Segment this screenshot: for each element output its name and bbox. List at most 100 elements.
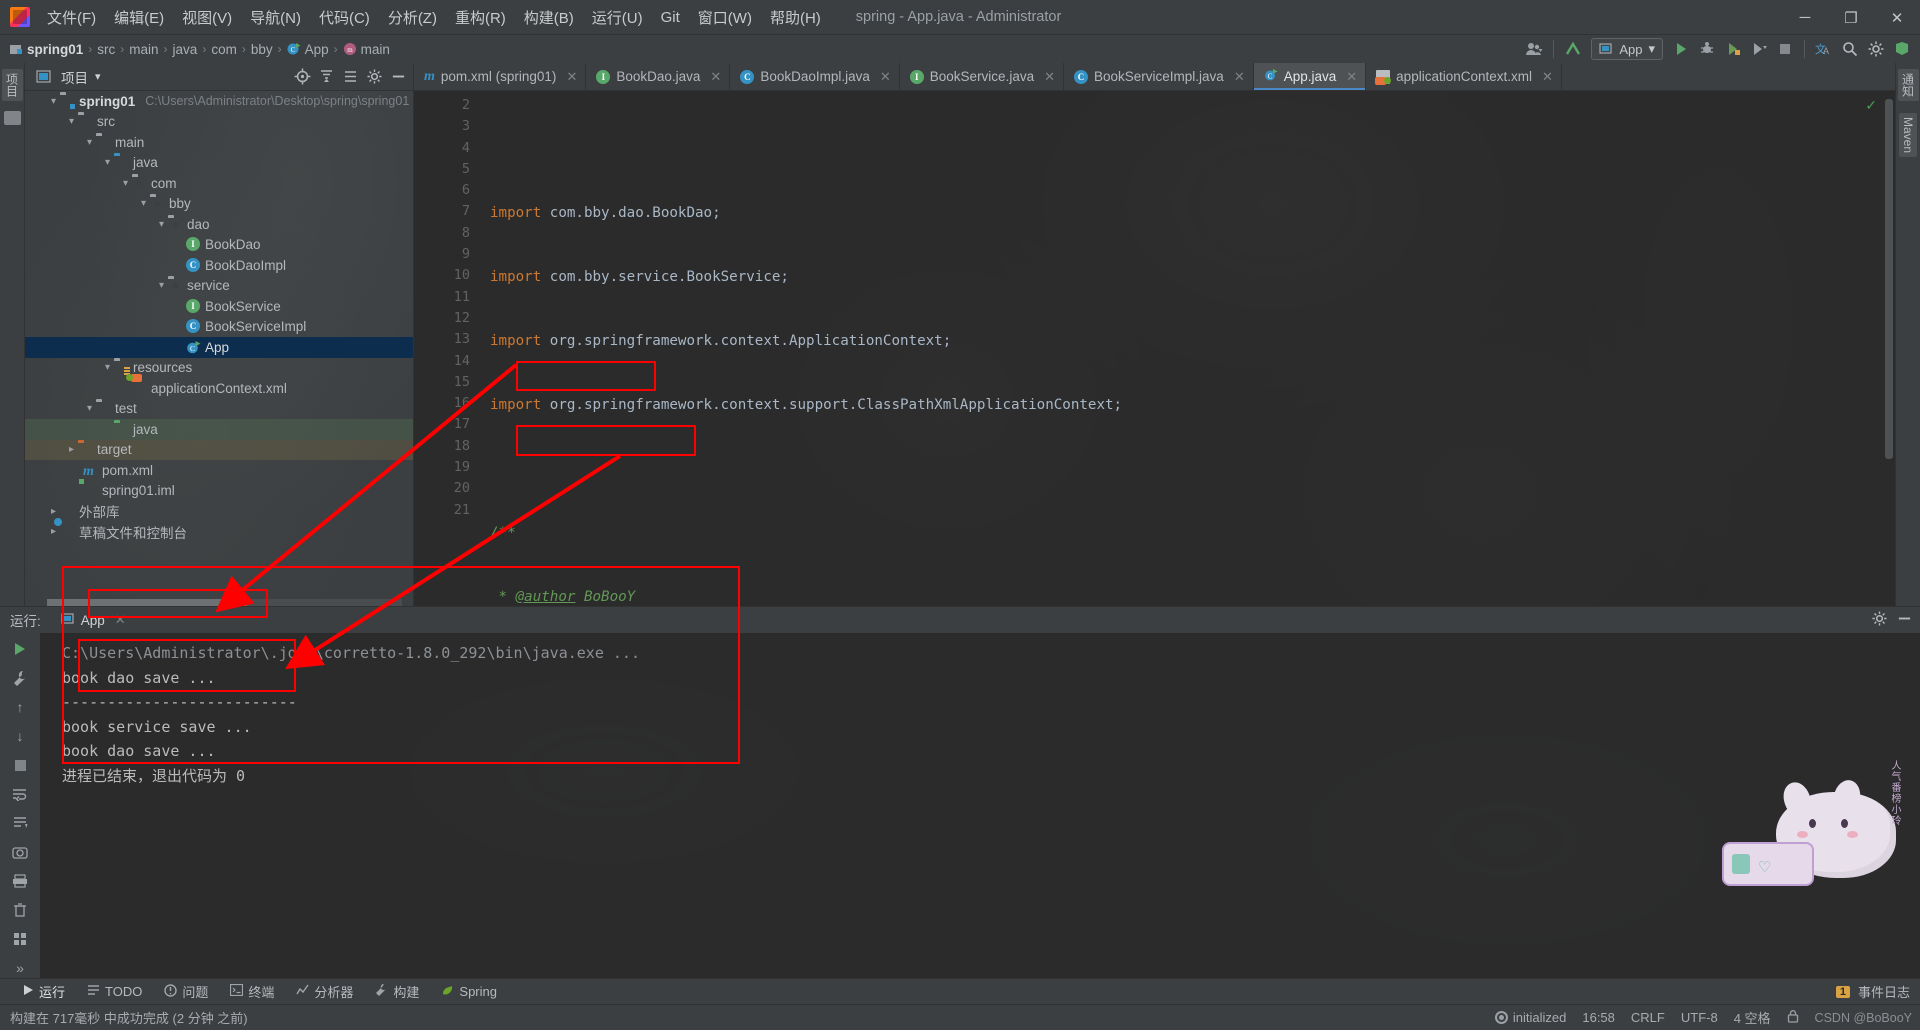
grid-icon[interactable] — [9, 929, 31, 949]
breadcrumb-bby[interactable]: bby — [251, 42, 273, 57]
status-encoding[interactable]: UTF-8 — [1681, 1010, 1718, 1025]
minimize-button[interactable]: ─ — [1782, 0, 1828, 35]
maximize-button[interactable]: ❐ — [1828, 0, 1874, 35]
rerun-icon[interactable] — [9, 639, 31, 659]
debug-button[interactable] — [1695, 37, 1719, 61]
toolwindow-terminal[interactable]: 终端 — [230, 982, 274, 1001]
tree-item-spring01[interactable]: ▾ spring01 C:\Users\Administrator\Deskto… — [25, 91, 413, 112]
close-icon[interactable]: ✕ — [1234, 69, 1245, 85]
menu-build[interactable]: 构建(B) — [515, 1, 583, 34]
chevron-down-icon[interactable]: ▾ — [137, 198, 150, 209]
gear-icon[interactable] — [1872, 611, 1887, 629]
editor-tab-bookserviceimpl-java[interactable]: C BookServiceImpl.java ✕ — [1064, 63, 1254, 90]
sidebar-tab-project[interactable]: 项目 — [1, 69, 23, 101]
tree-item-dao[interactable]: ▾ dao — [25, 214, 413, 235]
search-icon[interactable] — [1838, 37, 1862, 61]
up-arrow-icon[interactable]: ↑ — [9, 697, 31, 717]
tree-item-resources[interactable]: ▾ resources — [25, 358, 413, 379]
editor-tab-bookdao-java[interactable]: I BookDao.java ✕ — [586, 63, 731, 90]
down-arrow-icon[interactable]: ↓ — [9, 726, 31, 746]
close-icon[interactable]: ✕ — [1542, 69, 1553, 85]
lock-icon[interactable] — [1787, 1009, 1799, 1026]
close-icon[interactable]: ✕ — [1044, 69, 1055, 85]
editor-gutter[interactable]: 2 3 4 5 6 7 8 9 10 11 12 13 14 15 16 17 — [414, 91, 476, 606]
chevron-down-icon[interactable]: ▾ — [95, 70, 101, 83]
editor-tab-pom-xml[interactable]: m pom.xml (spring01) ✕ — [414, 63, 587, 90]
toolwindow-problems[interactable]: 问题 — [164, 982, 208, 1001]
chevron-down-icon[interactable]: ▾ — [47, 96, 60, 107]
print-icon[interactable] — [9, 871, 31, 891]
editor-tab-bookdaoimpl-java[interactable]: C BookDaoImpl.java ✕ — [730, 63, 900, 90]
expand-icon[interactable]: » — [9, 958, 31, 978]
inspection-status-icon[interactable]: ✓ — [1865, 97, 1877, 114]
update-project-icon[interactable] — [1561, 37, 1585, 61]
project-horizontal-scrollbar[interactable] — [47, 599, 402, 606]
hide-panel-icon[interactable] — [387, 66, 409, 88]
code-editor[interactable]: 2 3 4 5 6 7 8 9 10 11 12 13 14 15 16 17 — [414, 91, 1895, 606]
toolwindow-todo[interactable]: TODO — [87, 984, 142, 999]
stop-button[interactable] — [1773, 37, 1797, 61]
tree-item-bookdao[interactable]: I BookDao — [25, 235, 413, 256]
chevron-down-icon[interactable]: ▾ — [83, 403, 96, 414]
chevron-right-icon[interactable]: ▸ — [65, 444, 78, 455]
project-tree[interactable]: ▾ spring01 C:\Users\Administrator\Deskto… — [25, 91, 413, 606]
scroll-from-source-icon[interactable] — [291, 66, 313, 88]
camera-icon[interactable] — [9, 842, 31, 862]
soft-wrap-icon[interactable] — [9, 784, 31, 804]
close-icon[interactable]: ✕ — [710, 69, 721, 85]
chevron-down-icon[interactable]: ▾ — [101, 362, 114, 373]
editor-tab-applicationcontext-xml[interactable]: applicationContext.xml ✕ — [1366, 63, 1562, 90]
breadcrumb-app[interactable]: App — [305, 42, 329, 57]
translate-icon[interactable]: 文A — [1812, 37, 1836, 61]
tree-item-scratches-consoles[interactable]: ▸ 草稿文件和控制台 — [25, 522, 413, 543]
close-icon[interactable]: ✕ — [880, 69, 891, 85]
breadcrumb-main[interactable]: main — [129, 42, 158, 57]
chevron-down-icon[interactable]: ▾ — [65, 116, 78, 127]
breadcrumb-spring01[interactable]: spring01 — [27, 42, 83, 57]
menu-run[interactable]: 运行(U) — [583, 1, 652, 34]
project-settings-gear-icon[interactable] — [363, 66, 385, 88]
breadcrumb-main-method[interactable]: main — [361, 42, 390, 57]
close-button[interactable]: ✕ — [1874, 0, 1920, 35]
breadcrumb-java[interactable]: java — [173, 42, 198, 57]
profile-button[interactable] — [1747, 37, 1771, 61]
stop-icon[interactable] — [9, 755, 31, 775]
menu-analyze[interactable]: 分析(Z) — [379, 1, 446, 34]
tree-item-applicationcontext-xml[interactable]: applicationContext.xml — [25, 378, 413, 399]
breadcrumb-src[interactable]: src — [97, 42, 115, 57]
wrench-icon[interactable] — [9, 668, 31, 688]
gear-icon[interactable] — [1864, 37, 1888, 61]
tree-item-bookservice[interactable]: I BookService — [25, 296, 413, 317]
chevron-down-icon[interactable]: ▾ — [83, 137, 96, 148]
close-icon[interactable]: ✕ — [115, 612, 126, 628]
menu-help[interactable]: 帮助(H) — [761, 1, 830, 34]
tree-item-bookserviceimpl[interactable]: C BookServiceImpl — [25, 317, 413, 338]
event-log-area[interactable]: 1 事件日志 — [1835, 982, 1910, 1001]
tree-item-src[interactable]: ▾ src — [25, 112, 413, 133]
status-initialized[interactable]: initialized — [1494, 1010, 1566, 1025]
editor-tab-bookservice-java[interactable]: I BookService.java ✕ — [900, 63, 1064, 90]
run-console-output[interactable]: C:\Users\Administrator\.jdks\corretto-1.… — [40, 633, 1920, 978]
tree-item-test-java[interactable]: java — [25, 419, 413, 440]
chevron-right-icon[interactable]: ▸ — [47, 526, 60, 537]
chevron-right-icon[interactable]: ▸ — [47, 506, 60, 517]
scroll-to-end-icon[interactable] — [9, 813, 31, 833]
menu-view[interactable]: 视图(V) — [173, 1, 241, 34]
chevron-down-icon[interactable]: ▾ — [155, 280, 168, 291]
tree-item-bookdaoimpl[interactable]: C BookDaoImpl — [25, 255, 413, 276]
chevron-down-icon[interactable]: ▾ — [119, 178, 132, 189]
sidebar-tab-maven[interactable]: Maven — [1899, 113, 1917, 158]
toolwindow-spring[interactable]: Spring — [441, 984, 497, 1000]
toolwindow-profiler[interactable]: 分析器 — [296, 982, 353, 1001]
event-log-label[interactable]: 事件日志 — [1858, 982, 1910, 1001]
run-configuration-selector[interactable]: App ▾ — [1591, 38, 1663, 60]
sidebar-tab-notifications[interactable]: 通知 — [1897, 69, 1919, 101]
minimize-icon[interactable] — [1897, 611, 1912, 629]
run-tab-app[interactable]: App ✕ — [54, 609, 132, 635]
expand-all-icon[interactable] — [339, 66, 361, 88]
tree-item-target[interactable]: ▸ target — [25, 439, 413, 460]
tree-item-service[interactable]: ▾ service — [25, 276, 413, 297]
editor-vertical-scrollbar[interactable] — [1883, 91, 1895, 606]
breadcrumb-com[interactable]: com — [211, 42, 237, 57]
menu-refactor[interactable]: 重构(R) — [446, 1, 515, 34]
